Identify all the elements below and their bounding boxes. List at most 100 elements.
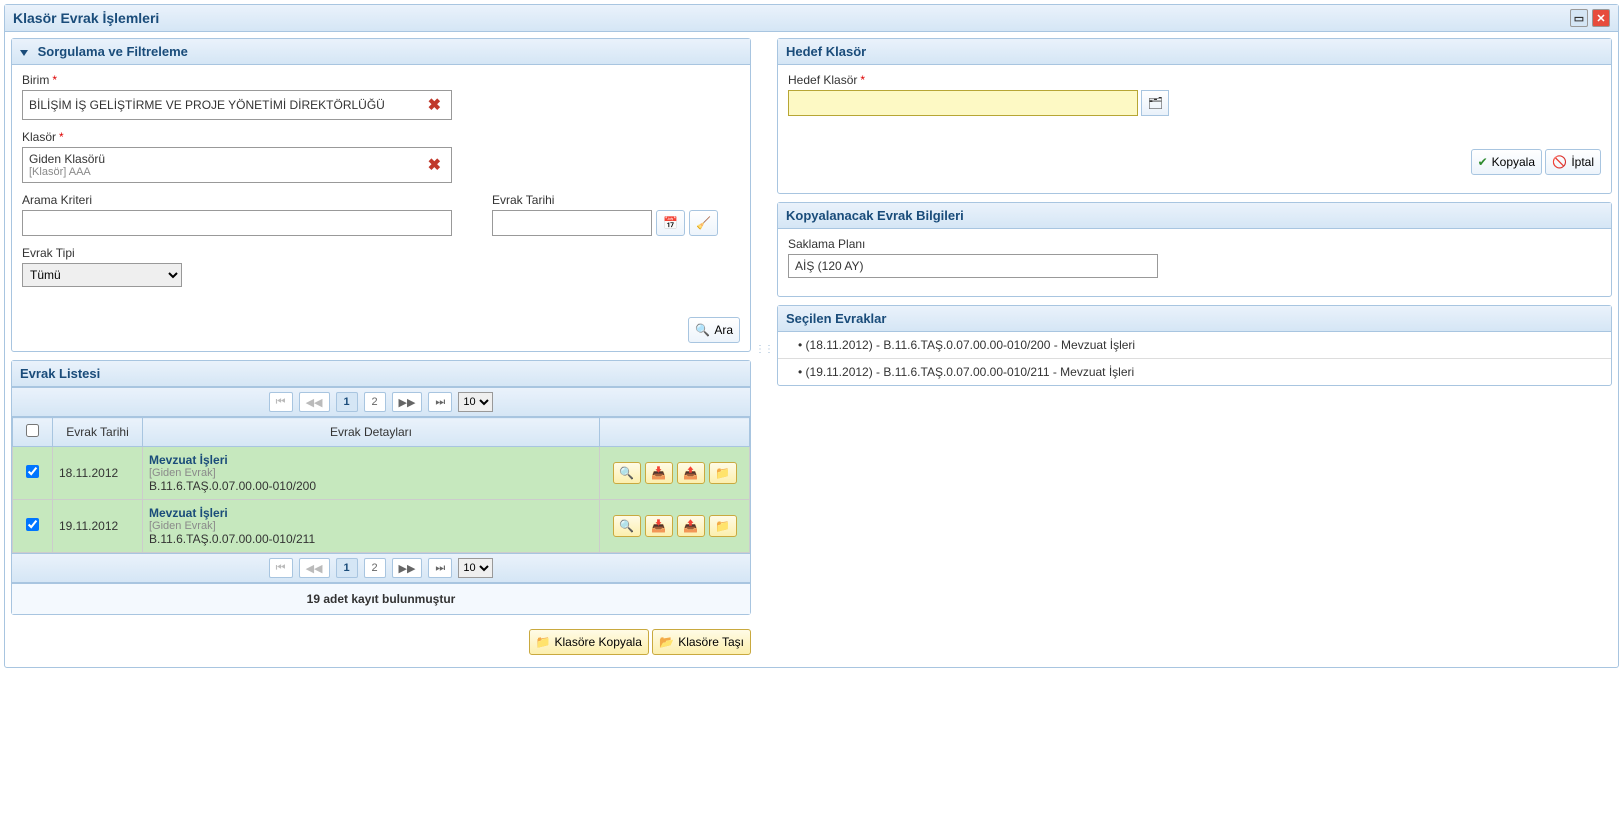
folder-copy-icon: 📁 [536,635,551,649]
evrak-table: Evrak Tarihi Evrak Detayları 18.11.2012 … [12,417,750,553]
selected-item: • (18.11.2012) - B.11.6.TAŞ.0.07.00.00-0… [778,332,1611,358]
row-sub: [Giden Evrak] [149,467,593,479]
row-title: Mevzuat İşleri [149,506,593,520]
klasor-sub: [Klasör] AAA [29,166,424,178]
cancel-button[interactable]: 🚫 İptal [1545,149,1601,175]
arama-input[interactable] [22,210,452,236]
filter-panel-body: Birim* BİLİŞİM İŞ GELİŞTİRME VE PROJE YÖ… [12,65,750,351]
filter-header-label: Sorgulama ve Filtreleme [38,44,188,59]
folder-move-icon[interactable]: 📁 [709,462,737,484]
folder-out-icon[interactable]: 📤 [677,515,705,537]
copy-button[interactable]: ✔ Kopyala [1471,149,1542,175]
page-size-select[interactable]: 10 [458,558,493,578]
folder-in-icon[interactable]: 📥 [645,515,673,537]
main-window: Klasör Evrak İşlemleri ▭ ✕ Sorgulama ve … [4,4,1619,668]
body-split: Sorgulama ve Filtreleme Birim* BİLİŞİM İ… [5,32,1618,667]
window-header: Klasör Evrak İşlemleri ▭ ✕ [5,5,1618,32]
target-folder-input[interactable] [788,90,1138,116]
birim-label: Birim* [22,73,740,87]
preview-icon[interactable]: 🔍 [613,462,641,484]
pager-bottom: ⏮ ◀◀ 1 2 ▶▶ ⏭ 10 [12,553,750,583]
search-icon: 🔍 [695,323,710,337]
klasor-input[interactable]: Giden Klasörü [Klasör] AAA ✖ [22,147,452,183]
criteria-date-row: Arama Kriteri Evrak Tarihi 📅 🧹 [22,193,740,246]
page-1[interactable]: 1 [336,558,358,578]
folder-lookup-icon[interactable]: 🗂 [1141,90,1169,116]
table-row[interactable]: 19.11.2012 Mevzuat İşleri [Giden Evrak] … [13,500,750,553]
left-pane: Sorgulama ve Filtreleme Birim* BİLİŞİM İ… [11,38,751,661]
filter-panel: Sorgulama ve Filtreleme Birim* BİLİŞİM İ… [11,38,751,352]
row-code: B.11.6.TAŞ.0.07.00.00-010/200 [149,479,593,493]
row-date: 19.11.2012 [53,500,143,553]
tip-row: Evrak Tipi Tümü [22,246,740,287]
right-pane: Hedef Klasör Hedef Klasör* 🗂 ✔ Kopyala [777,38,1612,394]
cancel-icon: 🚫 [1552,155,1567,169]
target-panel: Hedef Klasör Hedef Klasör* 🗂 ✔ Kopyala [777,38,1612,194]
tarih-input[interactable] [492,210,652,236]
klasor-row: Klasör* Giden Klasörü [Klasör] AAA ✖ [22,130,740,183]
col-date: Evrak Tarihi [53,418,143,447]
window-title: Klasör Evrak İşlemleri [13,10,159,26]
copy-to-folder-button[interactable]: 📁 Klasöre Kopyala [529,629,649,655]
page-1[interactable]: 1 [336,392,358,412]
row-title: Mevzuat İşleri [149,453,593,467]
pager-top: ⏮ ◀◀ 1 2 ▶▶ ⏭ 10 [12,387,750,417]
klasor-value: Giden Klasörü [29,152,424,166]
table-row[interactable]: 18.11.2012 Mevzuat İşleri [Giden Evrak] … [13,447,750,500]
filter-panel-header[interactable]: Sorgulama ve Filtreleme [12,39,750,65]
search-label: Ara [714,323,733,337]
close-icon[interactable]: ✕ [1592,9,1610,27]
list-panel-header: Evrak Listesi [12,361,750,387]
move-to-folder-button[interactable]: 📂 Klasöre Taşı [652,629,751,655]
page-size-select[interactable]: 10 [458,392,493,412]
bottom-buttons: 📁 Klasöre Kopyala 📂 Klasöre Taşı [11,623,751,661]
first-page-icon[interactable]: ⏮ [269,392,293,412]
page-2[interactable]: 2 [364,558,386,578]
target-label: Hedef Klasör* [788,73,1601,87]
window-controls: ▭ ✕ [1570,9,1610,27]
birim-input[interactable]: BİLİŞİM İŞ GELİŞTİRME VE PROJE YÖNETİMİ … [22,90,452,120]
last-page-icon[interactable]: ⏭ [428,392,452,412]
clear-klasor-icon[interactable]: ✖ [424,155,445,175]
search-button[interactable]: 🔍 Ara [688,317,740,343]
next-page-icon[interactable]: ▶▶ [392,558,423,578]
plan-value-box: AİŞ (120 AY) [788,254,1158,278]
calendar-icon[interactable]: 📅 [656,210,685,236]
check-icon: ✔ [1478,155,1488,169]
tip-select[interactable]: Tümü [22,263,182,287]
last-page-icon[interactable]: ⏭ [428,558,452,578]
selected-header: Seçilen Evraklar [778,306,1611,332]
copy-info-panel: Kopyalanacak Evrak Bilgileri Saklama Pla… [777,202,1612,297]
klasor-label: Klasör* [22,130,740,144]
col-details: Evrak Detayları [143,418,600,447]
row-code: B.11.6.TAŞ.0.07.00.00-010/211 [149,532,593,546]
restore-icon[interactable]: ▭ [1570,9,1588,27]
next-page-icon[interactable]: ▶▶ [392,392,423,412]
prev-page-icon[interactable]: ◀◀ [299,392,330,412]
tip-label: Evrak Tipi [22,246,740,260]
row-checkbox[interactable] [26,465,39,478]
select-all-checkbox[interactable] [26,424,39,437]
splitter-handle[interactable]: ⋮⋮ [759,38,769,661]
list-panel: Evrak Listesi ⏮ ◀◀ 1 2 ▶▶ ⏭ 10 [11,360,751,615]
birim-value: BİLİŞİM İŞ GELİŞTİRME VE PROJE YÖNETİMİ … [29,98,424,112]
preview-icon[interactable]: 🔍 [613,515,641,537]
clear-date-icon[interactable]: 🧹 [689,210,718,236]
copy-info-header: Kopyalanacak Evrak Bilgileri [778,203,1611,229]
folder-in-icon[interactable]: 📥 [645,462,673,484]
target-header: Hedef Klasör [778,39,1611,65]
search-row: 🔍 Ara [22,317,740,343]
row-date: 18.11.2012 [53,447,143,500]
folder-out-icon[interactable]: 📤 [677,462,705,484]
prev-page-icon[interactable]: ◀◀ [299,558,330,578]
folder-move-icon[interactable]: 📁 [709,515,737,537]
clear-birim-icon[interactable]: ✖ [424,95,445,115]
tarih-label: Evrak Tarihi [492,193,718,207]
selected-panel: Seçilen Evraklar • (18.11.2012) - B.11.6… [777,305,1612,386]
plan-value: AİŞ (120 AY) [795,259,863,273]
chevron-down-icon [20,50,28,56]
row-checkbox[interactable] [26,518,39,531]
first-page-icon[interactable]: ⏮ [269,558,293,578]
page-2[interactable]: 2 [364,392,386,412]
selected-item: • (19.11.2012) - B.11.6.TAŞ.0.07.00.00-0… [778,358,1611,385]
